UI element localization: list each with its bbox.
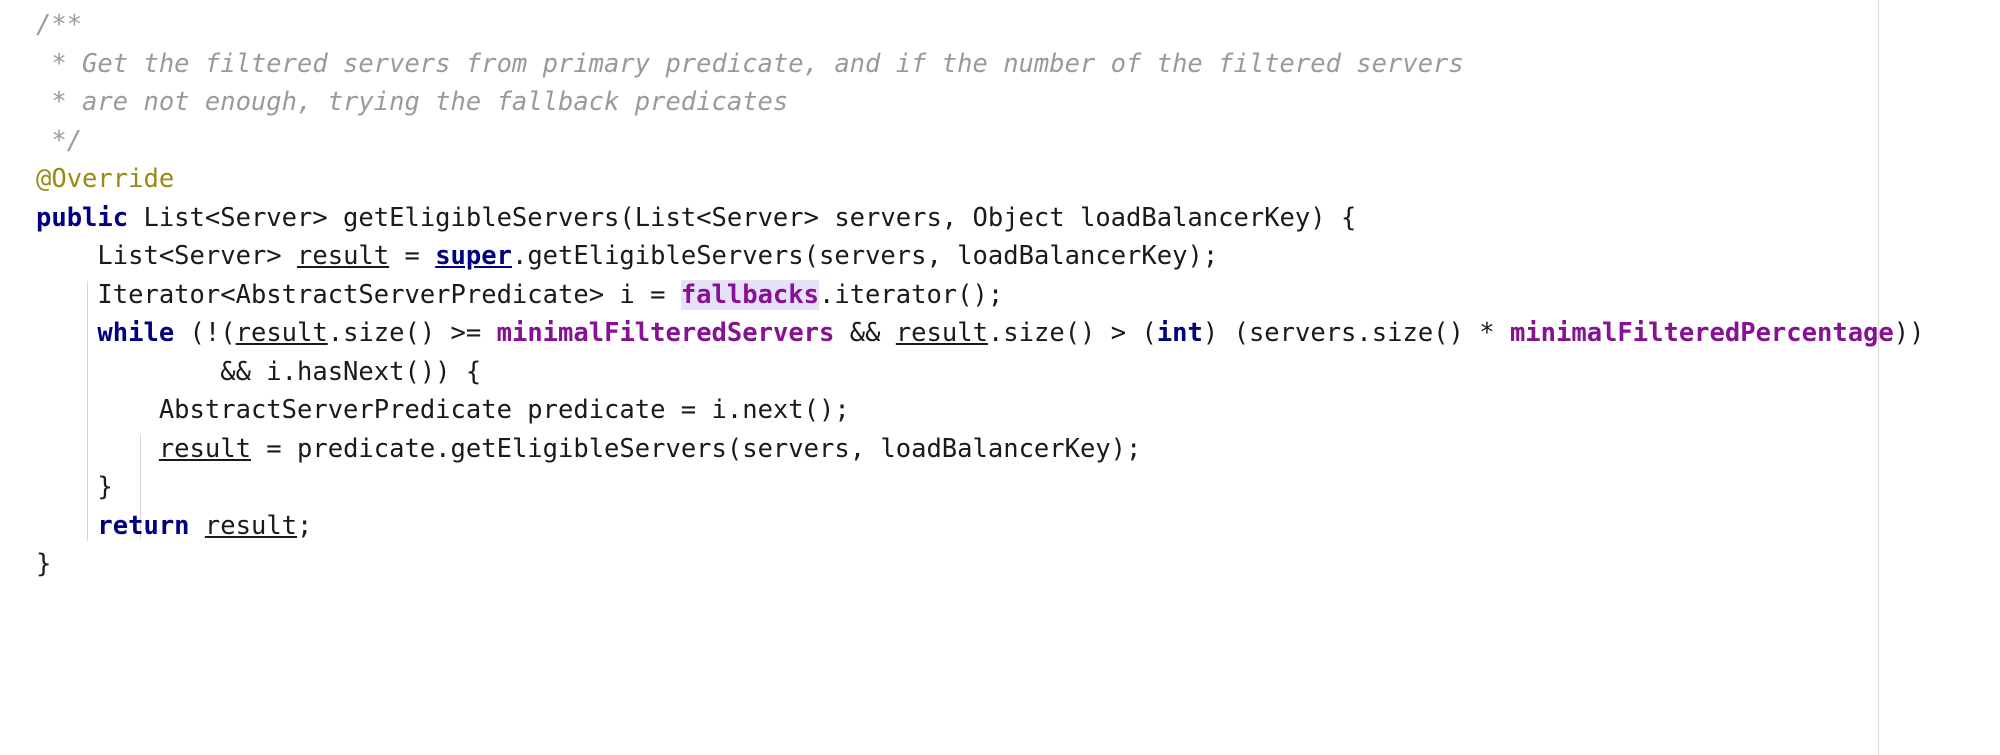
closing-brace-method: } (36, 549, 52, 579)
condition-open-text: (!( (174, 318, 236, 348)
condition-close-text: )) (1893, 318, 1925, 348)
code-editor-pane[interactable]: /** * Get the filtered servers from prim… (0, 0, 2000, 755)
code-line-13[interactable]: } (36, 468, 2000, 507)
keyword-public-token: public (36, 202, 129, 233)
iterator-call-text: .iterator(); (818, 279, 1004, 310)
code-line-10[interactable]: && i.hasNext()) { (36, 353, 2000, 392)
field-fallbacks-highlighted[interactable]: fallbacks (680, 279, 819, 310)
local-variable-result: result (235, 318, 328, 348)
keyword-super-token: super (435, 241, 512, 271)
code-line-5[interactable]: @Override (36, 160, 2000, 199)
closing-brace-while: } (97, 472, 113, 502)
code-line-2[interactable]: * Get the filtered servers from primary … (36, 45, 2000, 84)
code-line-11[interactable]: AbstractServerPredicate predicate = i.ne… (36, 391, 2000, 430)
code-line-4[interactable]: */ (36, 122, 2000, 161)
predicate-call-text: = predicate.getEligibleServers(servers, … (250, 433, 1142, 464)
code-line-3[interactable]: * are not enough, trying the fallback pr… (36, 83, 2000, 122)
code-line-8[interactable]: Iterator<AbstractServerPredicate> i = fa… (36, 276, 2000, 315)
annotation-override-token: @Override (36, 164, 175, 194)
code-line-7[interactable]: List<Server> result = super.getEligibleS… (36, 237, 2000, 276)
code-line-1[interactable]: /** (36, 6, 2000, 45)
keyword-while-token: while (97, 318, 175, 348)
type-declaration-text: List<Server> (97, 241, 298, 271)
code-line-12[interactable]: result = predicate.getEligibleServers(se… (36, 430, 2000, 469)
assignment-operator-text: = (389, 241, 436, 271)
comment-token: * are not enough, trying the fallback pr… (36, 87, 789, 117)
local-variable-result: result (297, 241, 390, 271)
space-text (190, 511, 205, 541)
method-signature-text: List<Server> getEligibleServers(List<Ser… (128, 202, 1357, 233)
field-minimal-filtered-percentage: minimalFilteredPercentage (1509, 318, 1894, 348)
has-next-condition-text: && i.hasNext()) { (220, 356, 482, 387)
super-call-text: .getEligibleServers(servers, loadBalance… (511, 241, 1219, 271)
local-variable-result: result (204, 510, 298, 541)
local-variable-result: result (158, 433, 251, 464)
semicolon-text: ; (297, 510, 313, 541)
code-line-6[interactable]: public List<Server> getEligibleServers(L… (36, 199, 2000, 238)
size-compare-text-2: .size() > ( (987, 318, 1157, 348)
comment-token: * Get the filtered servers from primary … (36, 48, 1464, 79)
code-line-15[interactable]: } (36, 545, 2000, 584)
predicate-declaration-text: AbstractServerPredicate predicate = i.ne… (158, 395, 850, 425)
local-variable-result: result (895, 318, 988, 348)
code-line-14[interactable]: return result; (36, 507, 2000, 546)
comment-token: /** (36, 10, 83, 40)
iterator-declaration-text: Iterator<AbstractServerPredicate> i = (97, 279, 681, 310)
cast-expression-text: ) (servers.size() * (1202, 318, 1510, 348)
keyword-int-token: int (1156, 318, 1203, 348)
code-lines-container[interactable]: /** * Get the filtered servers from prim… (0, 6, 2000, 584)
size-compare-text: .size() >= (327, 318, 497, 348)
logical-and-text: && (834, 318, 896, 348)
comment-token: */ (36, 125, 83, 156)
field-minimal-filtered-servers: minimalFilteredServers (496, 318, 835, 348)
code-line-9[interactable]: while (!(result.size() >= minimalFiltere… (36, 314, 2000, 353)
keyword-return-token: return (97, 510, 190, 541)
